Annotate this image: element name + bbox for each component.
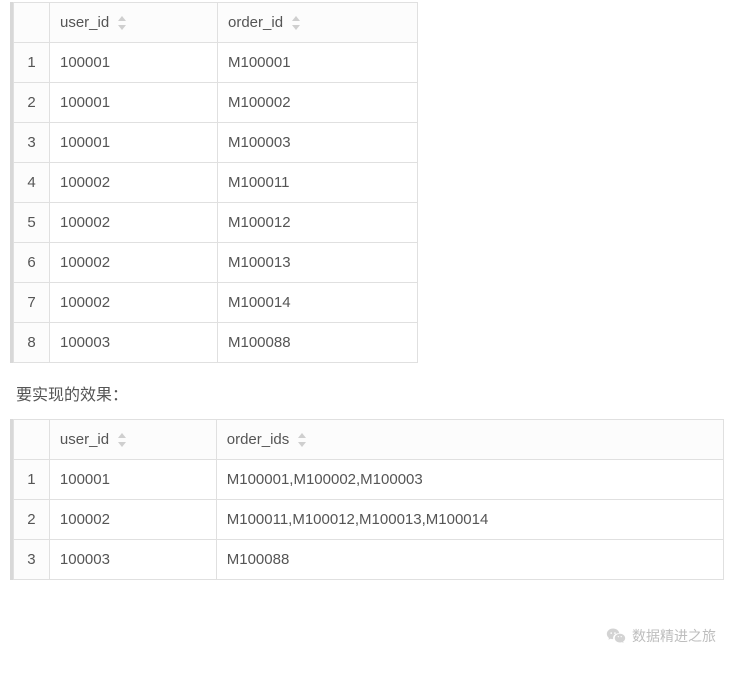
cell-user-id: 100003 [49,540,216,580]
column-header-order-id[interactable]: order_id [218,3,418,43]
row-number: 8 [14,323,50,363]
cell-user-id: 100001 [50,123,218,163]
result-table-wrapper: user_id order_ids 1100001M100001,M100002… [10,419,724,580]
table-header-row: user_id order_ids [14,420,724,460]
table-row: 3100001M100003 [14,123,418,163]
source-table: user_id order_id 1100001M100001 21 [13,2,418,363]
cell-order-id: M100011 [218,163,418,203]
sort-icon[interactable] [291,16,301,30]
cell-order-id: M100014 [218,283,418,323]
table-row: 8100003M100088 [14,323,418,363]
table-row: 6100002M100013 [14,243,418,283]
row-number: 5 [14,203,50,243]
column-header-user-id[interactable]: user_id [50,3,218,43]
row-number: 6 [14,243,50,283]
cell-user-id: 100002 [50,163,218,203]
cell-order-id: M100002 [218,83,418,123]
table-row: 1100001M100001,M100002,M100003 [14,460,724,500]
cell-order-ids: M100011,M100012,M100013,M100014 [216,500,723,540]
column-header-user-id[interactable]: user_id [49,420,216,460]
cell-order-id: M100012 [218,203,418,243]
header-label: user_id [60,431,109,448]
table-row: 7100002M100014 [14,283,418,323]
watermark: 数据精进之旅 [606,626,716,646]
row-number: 3 [14,123,50,163]
cell-user-id: 100002 [50,203,218,243]
row-number-header [14,420,50,460]
row-number: 2 [14,500,50,540]
sort-icon[interactable] [117,433,127,447]
cell-user-id: 100001 [50,83,218,123]
cell-order-ids: M100001,M100002,M100003 [216,460,723,500]
cell-user-id: 100003 [50,323,218,363]
table-body: 1100001M100001,M100002,M100003 2100002M1… [14,460,724,580]
header-label: order_ids [227,431,290,448]
table-row: 2100001M100002 [14,83,418,123]
cell-order-id: M100001 [218,43,418,83]
cell-user-id: 100002 [50,243,218,283]
cell-order-id: M100013 [218,243,418,283]
row-number: 7 [14,283,50,323]
table-row: 1100001M100001 [14,43,418,83]
cell-order-ids: M100088 [216,540,723,580]
sort-icon[interactable] [297,433,307,447]
wechat-icon [606,626,626,646]
row-number-header [14,3,50,43]
source-table-wrapper: user_id order_id 1100001M100001 21 [10,2,724,363]
cell-order-id: M100088 [218,323,418,363]
section-label: 要实现的效果： [16,381,724,405]
cell-user-id: 100002 [49,500,216,540]
row-number: 1 [14,43,50,83]
table-header-row: user_id order_id [14,3,418,43]
sort-icon[interactable] [117,16,127,30]
row-number: 3 [14,540,50,580]
table-row: 3100003M100088 [14,540,724,580]
table-row: 4100002M100011 [14,163,418,203]
result-table: user_id order_ids 1100001M100001,M100002… [13,419,724,580]
table-body: 1100001M100001 2100001M100002 3100001M10… [14,43,418,363]
table-row: 2100002M100011,M100012,M100013,M100014 [14,500,724,540]
header-label: order_id [228,14,283,31]
cell-user-id: 100001 [50,43,218,83]
column-header-order-ids[interactable]: order_ids [216,420,723,460]
row-number: 2 [14,83,50,123]
cell-user-id: 100001 [49,460,216,500]
table-row: 5100002M100012 [14,203,418,243]
watermark-text: 数据精进之旅 [632,626,716,646]
row-number: 1 [14,460,50,500]
row-number: 4 [14,163,50,203]
cell-user-id: 100002 [50,283,218,323]
header-label: user_id [60,14,109,31]
cell-order-id: M100003 [218,123,418,163]
